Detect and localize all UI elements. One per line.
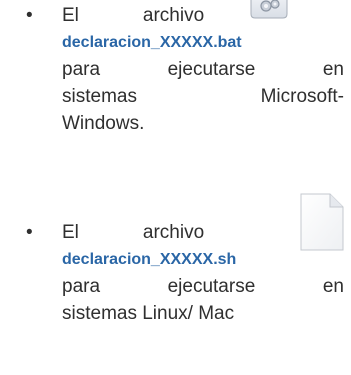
word: sistemas Linux/ Mac xyxy=(62,303,235,324)
item-text: El archivo declaracion_XXXXX.bat para ej… xyxy=(62,2,344,137)
word: para xyxy=(62,59,101,80)
item-line-1: El archivo xyxy=(62,219,344,246)
item-text: El archivo declaracion_XXXXX.sh para eje… xyxy=(62,219,344,327)
word: en xyxy=(322,59,344,80)
item-line-3: para ejecutarse en xyxy=(62,56,344,83)
item-line-1: El archivo xyxy=(62,2,344,29)
word: archivo xyxy=(142,5,205,26)
bullet: • xyxy=(26,5,33,26)
word: ejecutarse xyxy=(167,59,256,80)
filename-sh: declaracion_XXXXX.sh xyxy=(62,251,237,268)
item-line-4: sistemas Linux/ Mac xyxy=(62,300,344,327)
item-line-4: sistemas Microsoft- xyxy=(62,83,344,110)
word: sistemas xyxy=(62,86,137,107)
word: en xyxy=(322,276,344,297)
word: El xyxy=(62,222,79,243)
word: Windows. xyxy=(62,113,145,134)
word: El xyxy=(62,5,79,26)
word: para xyxy=(62,276,101,297)
word: ejecutarse xyxy=(167,276,256,297)
item-line-3: para ejecutarse en xyxy=(62,273,344,300)
filename-line: declaracion_XXXXX.sh xyxy=(62,246,344,273)
item-line-5: Windows. xyxy=(62,110,344,137)
bullet: • xyxy=(26,222,33,243)
filename-line: declaracion_XXXXX.bat xyxy=(62,29,344,56)
filename-bat: declaracion_XXXXX.bat xyxy=(62,34,242,51)
word: Microsoft- xyxy=(260,86,344,107)
word: archivo xyxy=(142,222,205,243)
